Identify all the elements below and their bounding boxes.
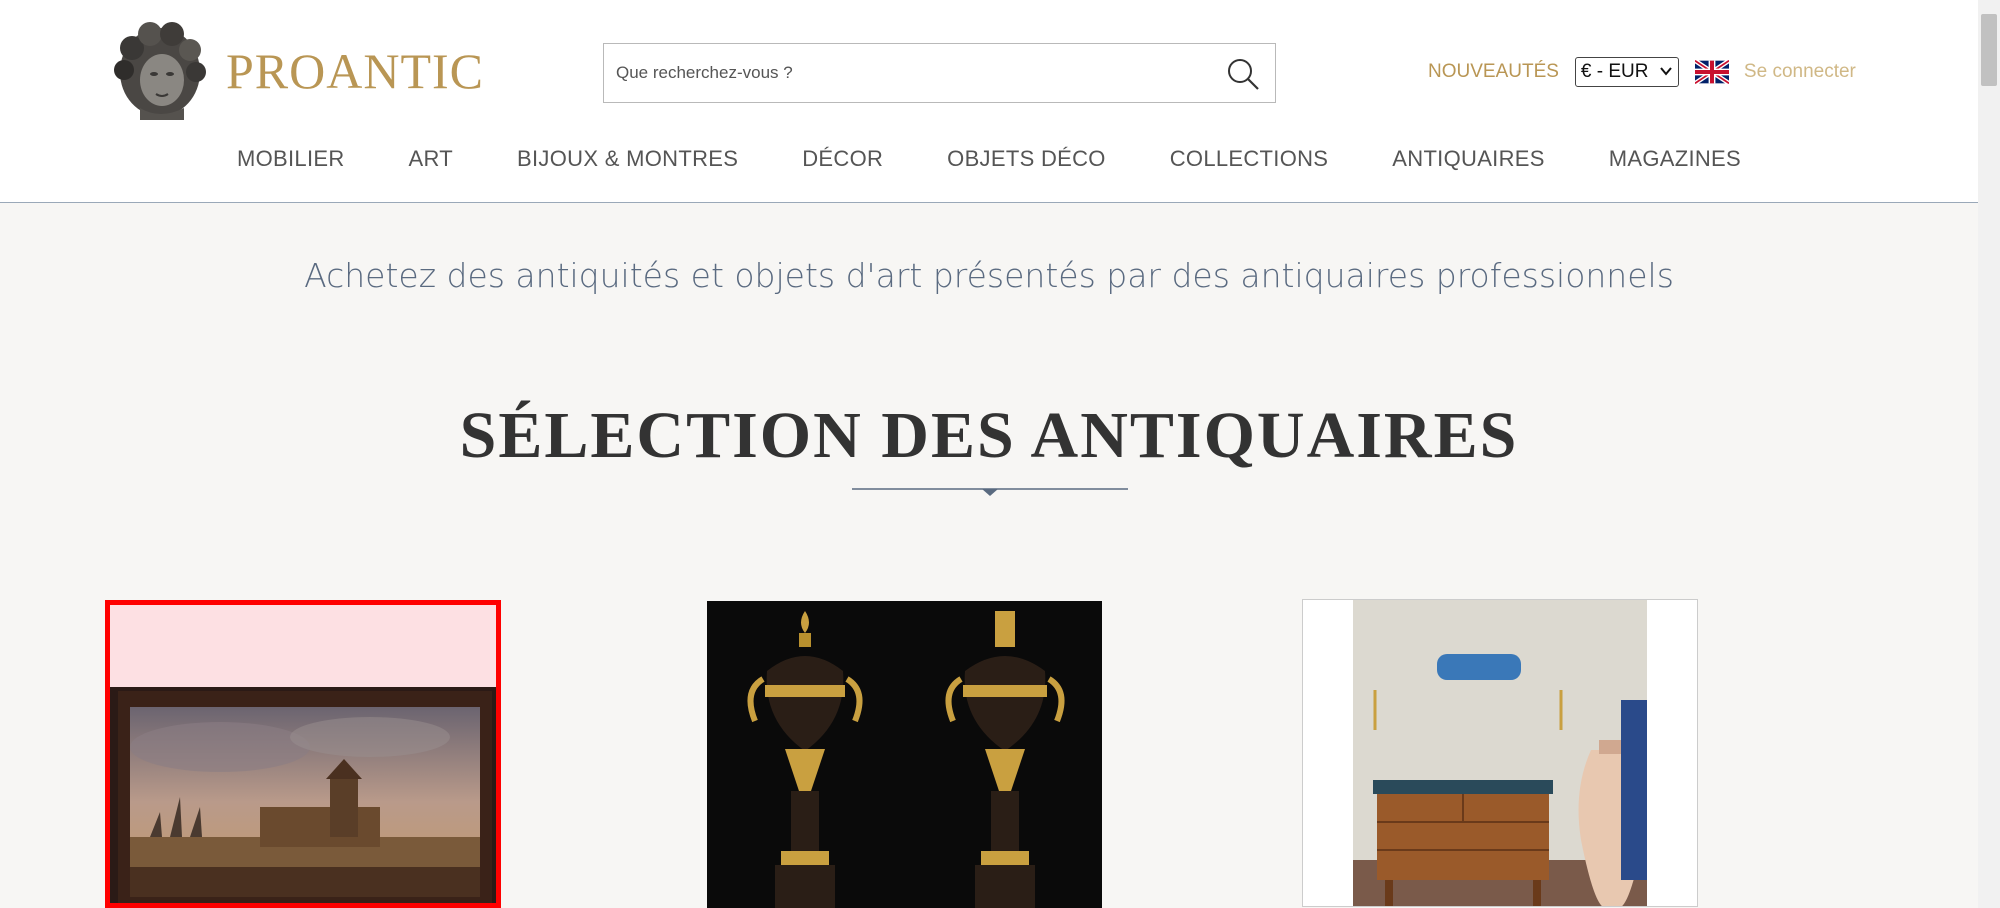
logo-text: PROANTIC — [226, 43, 485, 99]
product-card-painting[interactable] — [105, 600, 501, 908]
nav-item-decor[interactable]: DÉCOR — [770, 146, 915, 172]
nav-item-art[interactable]: ART — [377, 146, 486, 172]
nav-item-magazines[interactable]: MAGAZINES — [1577, 146, 1773, 172]
header-actions: NOUVEAUTÉS € - EUR Se connecter — [1428, 56, 1856, 88]
logo-bust-icon — [114, 22, 206, 120]
login-link[interactable]: Se connecter — [1744, 61, 1856, 83]
nav-item-mobilier[interactable]: MOBILIER — [205, 146, 377, 172]
site-header: PROANTIC NOUVEAUTÉS € - EUR — [0, 0, 1978, 203]
page-scrollbar[interactable] — [1978, 0, 2000, 908]
news-link[interactable]: NOUVEAUTÉS — [1428, 61, 1559, 83]
nav-item-bijoux-montres[interactable]: BIJOUX & MONTRES — [485, 146, 770, 172]
product-card-commode[interactable] — [1302, 599, 1698, 907]
commode-room-image — [1303, 600, 1697, 906]
currency-select[interactable]: € - EUR — [1574, 57, 1679, 87]
scrollbar-thumb[interactable] — [1981, 14, 1997, 86]
search-box — [603, 43, 1276, 103]
bronze-urns-image — [707, 601, 1102, 908]
tagline: Achetez des antiquités et objets d'art p… — [304, 256, 1674, 295]
nav-item-collections[interactable]: COLLECTIONS — [1138, 146, 1361, 172]
main-nav: MOBILIER ART BIJOUX & MONTRES DÉCOR OBJE… — [0, 146, 1978, 172]
page: PROANTIC NOUVEAUTÉS € - EUR — [0, 0, 2000, 908]
chevron-down-icon — [1660, 67, 1672, 76]
highlight-overlay — [110, 605, 496, 687]
landscape-painting-image — [110, 687, 496, 903]
section-title: SÉLECTION DES ANTIQUAIRES — [459, 399, 1519, 472]
uk-flag-icon[interactable] — [1694, 60, 1729, 84]
search-input[interactable] — [616, 44, 1216, 102]
nav-item-antiquaires[interactable]: ANTIQUAIRES — [1360, 146, 1576, 172]
product-card-urns[interactable] — [707, 601, 1102, 908]
currency-value: € - EUR — [1580, 61, 1649, 82]
logo-link[interactable]: PROANTIC — [110, 20, 484, 122]
title-divider — [852, 488, 1128, 496]
search-icon[interactable] — [1225, 56, 1261, 92]
nav-item-objets-deco[interactable]: OBJETS DÉCO — [915, 146, 1138, 172]
